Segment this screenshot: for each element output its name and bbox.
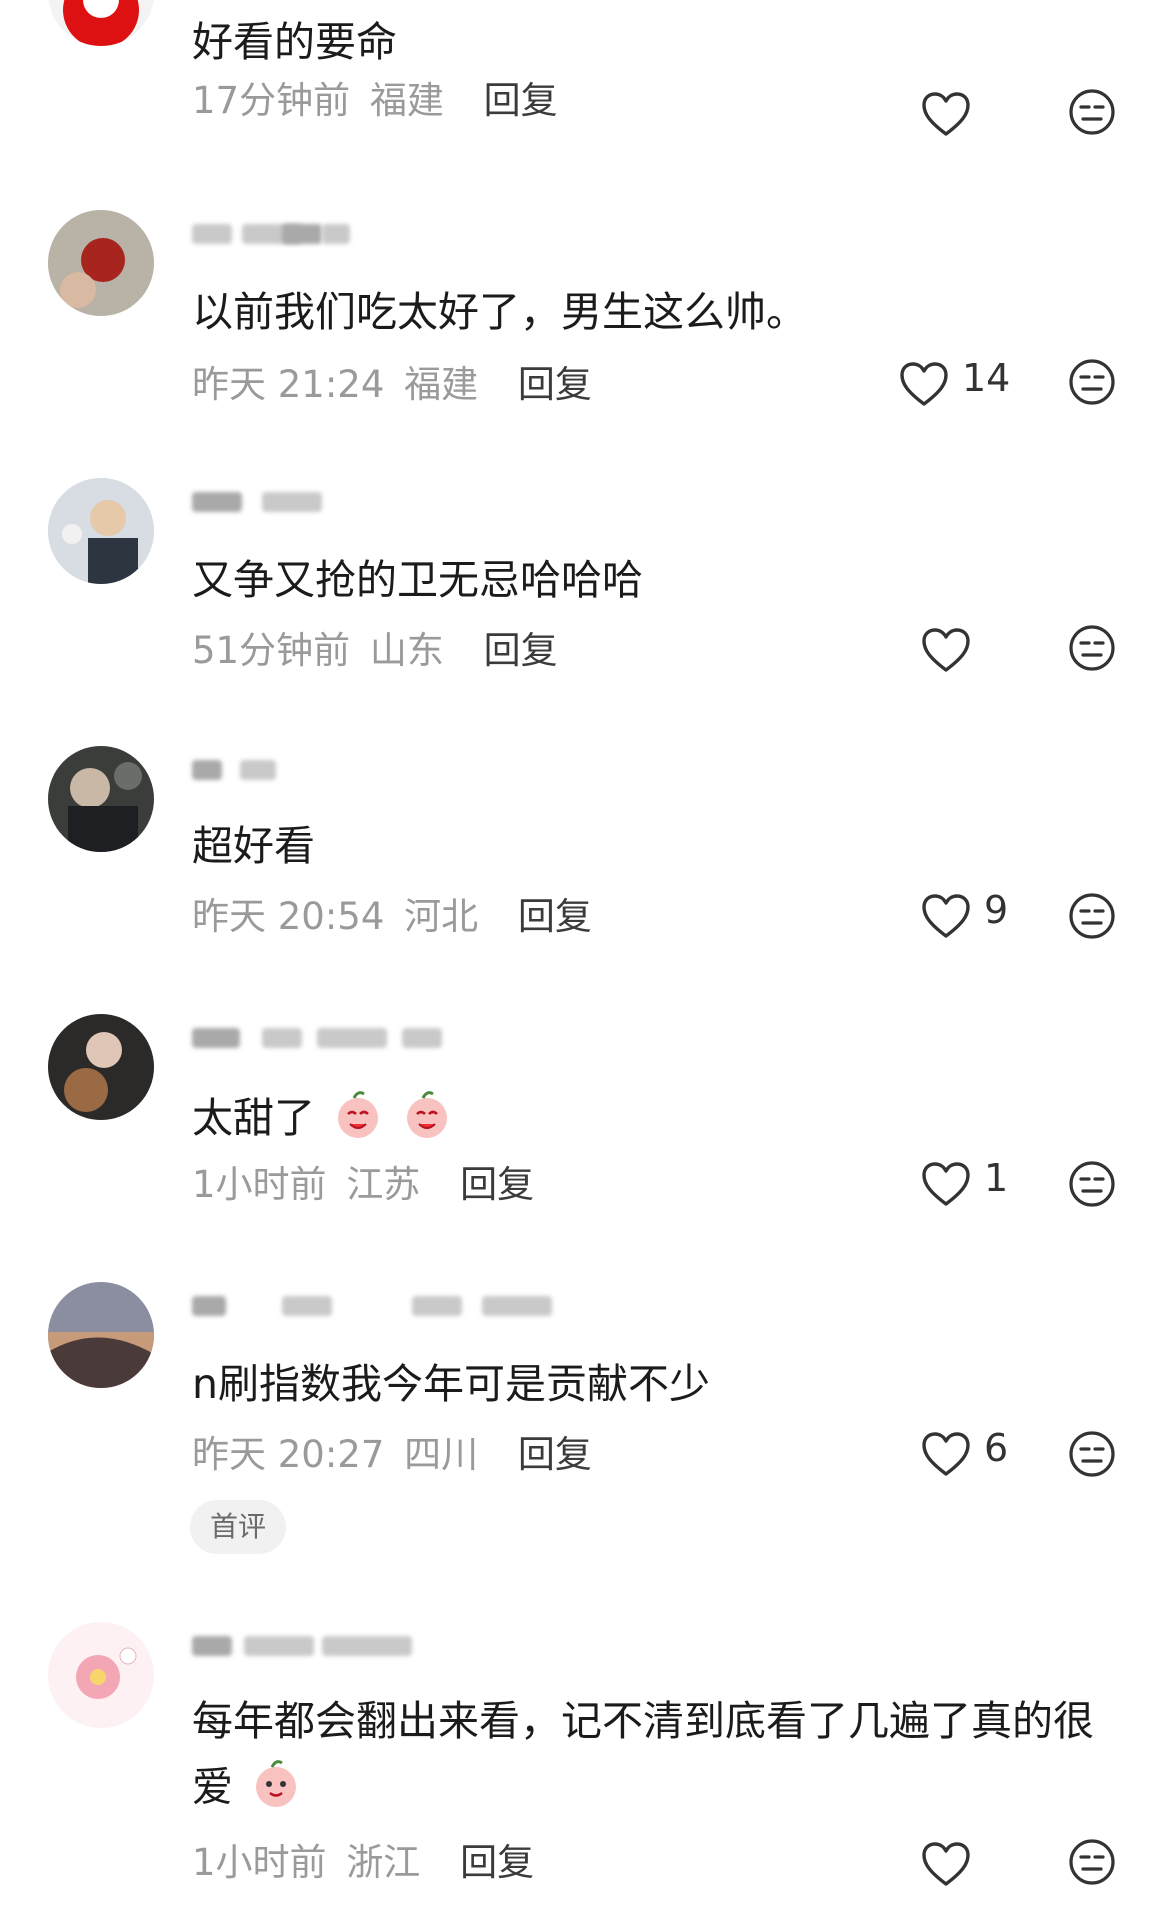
reply-button[interactable]: 回复 [518, 363, 592, 406]
comment-time: 1小时前 [192, 1163, 327, 1206]
username[interactable] [192, 482, 552, 526]
like-count: 6 [984, 1426, 1009, 1470]
like-button[interactable]: 9 [920, 888, 1008, 944]
avatar[interactable] [48, 746, 154, 852]
peach-emoji-icon [256, 1760, 297, 1807]
reply-button[interactable]: 回复 [460, 1163, 534, 1206]
first-comment-badge: 首评 [190, 1500, 287, 1554]
comment-text-content: 太甜了 [192, 1094, 315, 1142]
dislike-button[interactable] [1068, 1838, 1116, 1886]
like-count: 1 [984, 1156, 1009, 1200]
dislike-button[interactable] [1068, 892, 1116, 940]
comment-text: 每年都会翻出来看，记不清到底看了几遍了真的很爱 [192, 1688, 1112, 1820]
dislike-button[interactable] [1068, 624, 1116, 672]
peach-emoji-icon [407, 1091, 448, 1138]
heart-outline-icon [922, 1432, 970, 1476]
comment-location: 江苏 [346, 1163, 421, 1206]
username[interactable] [192, 214, 552, 258]
username[interactable] [192, 1018, 552, 1062]
username[interactable] [192, 750, 552, 794]
dislike-button[interactable] [1068, 1430, 1116, 1478]
comment-location: 四川 [404, 1433, 479, 1476]
comment-meta: 昨天 20:54 河北 回复 [192, 886, 592, 940]
heart-outline-icon [900, 362, 948, 406]
comment-text: 又争又抢的卫无忌哈哈哈 [192, 556, 643, 604]
comment-text: n刷指数我今年可是贡献不少 [192, 1360, 710, 1408]
meh-face-icon [1069, 359, 1115, 405]
comment-time: 昨天 21:24 [192, 363, 385, 406]
comment-text: 超好看 [192, 822, 315, 870]
comment-text-content: 每年都会翻出来看，记不清到底看了几遍了真的很爱 [192, 1697, 1094, 1811]
comment-time: 昨天 20:27 [192, 1433, 385, 1476]
comment-meta: 51分钟前 山东 回复 [192, 620, 558, 674]
like-button[interactable]: 1 [920, 1156, 1008, 1212]
avatar[interactable] [48, 210, 154, 316]
like-button[interactable]: 6 [920, 1426, 1008, 1482]
heart-outline-icon [922, 1162, 970, 1206]
dislike-button[interactable] [1068, 358, 1116, 406]
comment-location: 福建 [404, 363, 479, 406]
like-button[interactable] [920, 622, 972, 678]
like-button[interactable] [920, 86, 972, 142]
reply-button[interactable]: 回复 [518, 1433, 592, 1476]
avatar[interactable] [48, 1282, 154, 1388]
like-count: 9 [984, 888, 1009, 932]
comment-text: 好看的要命 [192, 18, 397, 66]
username[interactable] [192, 1286, 552, 1330]
heart-outline-icon [922, 894, 970, 938]
comment-text: 以前我们吃太好了，男生这么帅。 [192, 288, 807, 336]
heart-outline-icon [922, 92, 970, 136]
dislike-button[interactable] [1068, 1160, 1116, 1208]
heart-outline-icon [922, 628, 970, 672]
like-button[interactable] [920, 1836, 972, 1892]
comment-location: 河北 [404, 895, 479, 938]
avatar[interactable] [48, 478, 154, 584]
comment-meta: 昨天 20:27 四川 回复 [192, 1424, 592, 1478]
meh-face-icon [1069, 893, 1115, 939]
avatar[interactable] [48, 1014, 154, 1120]
comment-meta: 1小时前 江苏 回复 [192, 1154, 534, 1208]
comment-time: 1小时前 [192, 1841, 327, 1884]
reply-button[interactable]: 回复 [484, 629, 558, 672]
like-count: 14 [962, 356, 1011, 400]
comment-time: 51分钟前 [192, 629, 351, 672]
comment-time: 昨天 20:54 [192, 895, 385, 938]
dislike-button[interactable] [1068, 88, 1116, 136]
comment-meta: 17分钟前 福建 回复 [192, 70, 558, 124]
meh-face-icon [1069, 625, 1115, 671]
meh-face-icon [1069, 1839, 1115, 1885]
comment-time: 17分钟前 [192, 79, 351, 122]
comment-text: 太甜了 [192, 1088, 453, 1144]
meh-face-icon [1069, 1161, 1115, 1207]
comment-location: 浙江 [346, 1841, 421, 1884]
avatar[interactable] [48, 0, 154, 46]
comment-meta: 1小时前 浙江 回复 [192, 1832, 534, 1886]
comment-location: 福建 [369, 79, 444, 122]
meh-face-icon [1069, 89, 1115, 135]
heart-outline-icon [922, 1842, 970, 1886]
username[interactable] [192, 1626, 552, 1670]
reply-button[interactable]: 回复 [484, 79, 558, 122]
reply-button[interactable]: 回复 [460, 1841, 534, 1884]
peach-emoji-icon [338, 1091, 379, 1138]
like-button[interactable]: 14 [898, 356, 1010, 412]
reply-button[interactable]: 回复 [518, 895, 592, 938]
meh-face-icon [1069, 1431, 1115, 1477]
comment-location: 山东 [369, 629, 444, 672]
avatar[interactable] [48, 1622, 154, 1728]
comment-meta: 昨天 21:24 福建 回复 [192, 354, 592, 408]
